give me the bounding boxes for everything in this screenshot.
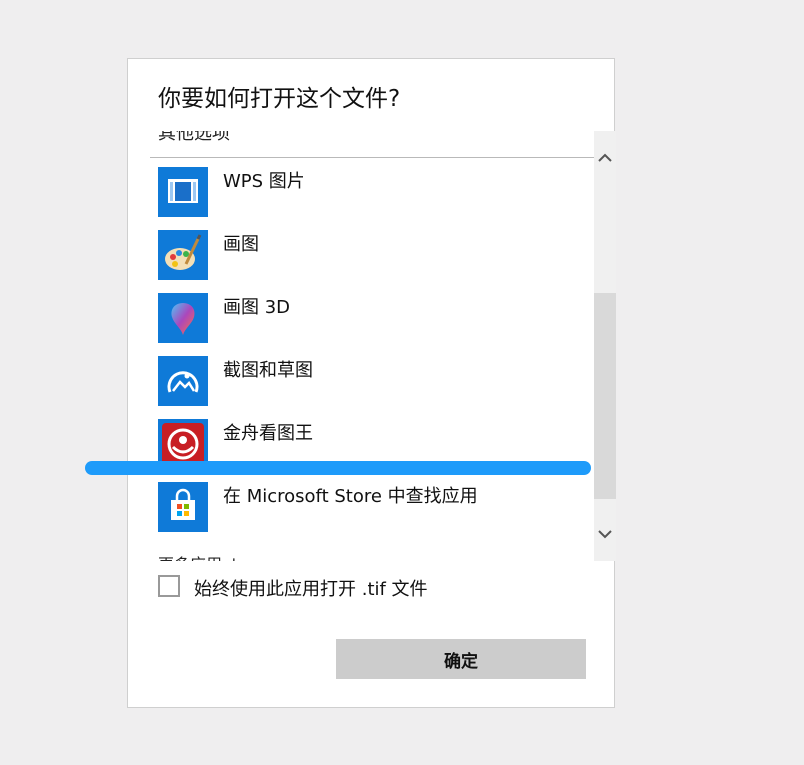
- snip-sketch-icon: [158, 356, 208, 406]
- app-label-paint: 画图: [223, 234, 259, 255]
- scroll-down-icon[interactable]: [594, 523, 616, 545]
- open-with-dialog: 你要如何打开这个文件? 其他选项 WPS 图片 画图 画图 3D 截图和草图 金…: [127, 58, 616, 708]
- highlight-marker: [85, 461, 591, 475]
- app-label-paint-3d: 画图 3D: [223, 297, 291, 318]
- scroll-thumb[interactable]: [594, 293, 616, 499]
- app-item-microsoft-store[interactable]: 在 Microsoft Store 中查找应用: [158, 482, 588, 534]
- wps-picture-icon: [158, 167, 208, 217]
- paint-palette-icon: [158, 230, 208, 280]
- section-divider: [150, 157, 594, 158]
- app-list: 其他选项 WPS 图片 画图 画图 3D 截图和草图 金舟看图王 在 Micro…: [150, 131, 594, 561]
- app-item-wps-picture[interactable]: WPS 图片: [158, 167, 588, 219]
- app-item-snip-sketch[interactable]: 截图和草图: [158, 356, 588, 408]
- paint-3d-icon: [158, 293, 208, 343]
- ok-button[interactable]: 确定: [336, 639, 586, 679]
- app-label-jinzhou-viewer: 金舟看图王: [223, 423, 313, 444]
- more-apps-link[interactable]: 更多应用 ↓: [158, 551, 241, 561]
- app-label-microsoft-store: 在 Microsoft Store 中查找应用: [223, 486, 478, 507]
- dialog-title: 你要如何打开这个文件?: [158, 86, 401, 112]
- app-label-snip-sketch: 截图和草图: [223, 360, 313, 381]
- scroll-up-icon[interactable]: [594, 147, 616, 169]
- list-scrollbar[interactable]: [594, 131, 616, 561]
- app-label-wps-picture: WPS 图片: [223, 171, 305, 192]
- section-header-other-options: 其他选项: [158, 131, 230, 144]
- app-item-paint-3d[interactable]: 画图 3D: [158, 293, 588, 345]
- app-item-paint[interactable]: 画图: [158, 230, 588, 282]
- microsoft-store-icon: [158, 482, 208, 532]
- always-use-checkbox[interactable]: [158, 575, 180, 597]
- always-use-label: 始终使用此应用打开 .tif 文件: [194, 579, 428, 600]
